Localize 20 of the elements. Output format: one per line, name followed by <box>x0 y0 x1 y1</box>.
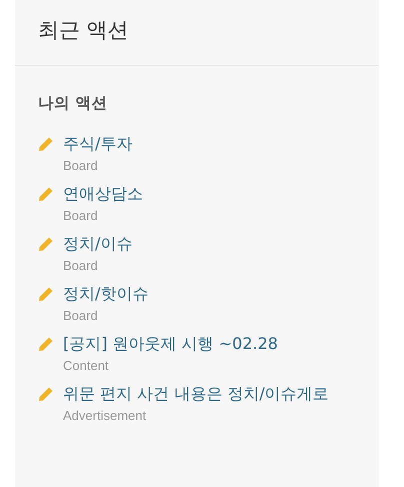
pencil-icon <box>38 286 54 302</box>
panel-title: 최근 액션 <box>38 16 129 44</box>
pencil-icon <box>38 136 54 152</box>
section-heading: 나의 액션 <box>38 93 108 114</box>
action-type: Board <box>63 258 98 273</box>
action-link[interactable]: 위문 편지 사건 내용은 정치/이슈게로 <box>63 384 329 405</box>
action-type: Content <box>63 358 109 373</box>
action-link[interactable]: 주식/투자 <box>63 134 132 155</box>
pencil-icon <box>38 386 54 402</box>
pencil-icon <box>38 336 54 352</box>
pencil-icon <box>38 186 54 202</box>
action-type: Board <box>63 158 98 173</box>
action-type: Advertisement <box>63 408 146 423</box>
action-link[interactable]: 정치/이슈 <box>63 234 132 255</box>
action-link[interactable]: [공지] 원아웃제 시행 ~02.28 <box>63 334 278 355</box>
action-link[interactable]: 정치/핫이슈 <box>63 284 148 305</box>
action-type: Board <box>63 308 98 323</box>
pencil-icon <box>38 236 54 252</box>
action-type: Board <box>63 208 98 223</box>
action-link[interactable]: 연애상담소 <box>63 184 143 205</box>
